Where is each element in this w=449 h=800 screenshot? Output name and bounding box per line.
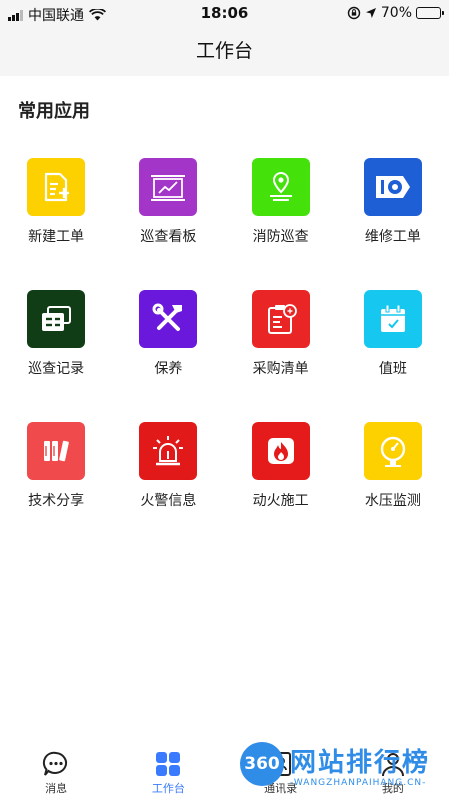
app-row-1: 新建工单 巡查看板 消防巡查 维修工单 [0,158,449,290]
app-duty[interactable]: 值班 [337,290,449,422]
app-patrol-record[interactable]: 巡查记录 [0,290,112,422]
app-repair-work-order[interactable]: 维修工单 [337,158,449,290]
patrol-record-icon [27,290,86,348]
tech-share-books-icon [27,422,86,480]
app-tech-share[interactable]: 技术分享 [0,422,112,554]
app-row-2: 巡查记录 保养 采购清单 值班 [0,290,449,422]
app-grid: 新建工单 巡查看板 消防巡查 维修工单 巡查记录 保养 采购清单 值班 技术分享… [0,158,449,554]
contacts-icon [267,750,295,778]
tab-label: 我的 [381,782,404,795]
app-label: 巡查看板 [140,229,197,245]
app-label: 技术分享 [28,493,85,509]
user-icon [379,750,407,778]
app-row-3: 技术分享 火警信息 动火施工 水压监测 [0,422,449,554]
status-right: 70% [347,5,444,21]
battery-icon [416,7,444,19]
app-fire-alarm-info[interactable]: 火警信息 [112,422,224,554]
app-label: 水压监测 [364,493,421,509]
app-label: 新建工单 [28,229,85,245]
app-label: 保养 [154,361,183,377]
status-bar: 中国联通 18:06 70% [0,0,449,26]
new-work-order-icon [27,158,86,216]
tab-label: 工作台 [151,782,185,795]
patrol-board-icon [139,158,198,216]
app-label: 巡查记录 [28,361,85,377]
rotation-lock-icon [347,6,361,20]
app-new-work-order[interactable]: 新建工单 [0,158,112,290]
app-label: 消防巡查 [252,229,309,245]
bottom-tab-bar: 消息 工作台 通讯录 我的 [0,742,449,800]
purchase-list-icon [251,290,310,348]
water-pressure-gauge-icon [363,422,422,480]
workbench-grid-icon [154,750,182,778]
app-label: 采购清单 [252,361,309,377]
app-patrol-board[interactable]: 巡查看板 [112,158,224,290]
app-hot-work[interactable]: 动火施工 [225,422,337,554]
tab-messages[interactable]: 消息 [0,742,112,800]
app-fire-patrol[interactable]: 消防巡查 [225,158,337,290]
app-label: 动火施工 [252,493,309,509]
fire-patrol-location-icon [251,158,310,216]
duty-calendar-icon [363,290,422,348]
tab-label: 消息 [45,782,68,795]
fire-alarm-siren-icon [139,422,198,480]
maintenance-tools-icon [139,290,198,348]
repair-tag-icon [363,158,422,216]
app-maintenance[interactable]: 保养 [112,290,224,422]
battery-percent: 70% [380,5,412,21]
app-purchase-list[interactable]: 采购清单 [225,290,337,422]
tab-mine[interactable]: 我的 [337,742,449,800]
tab-workbench[interactable]: 工作台 [112,742,224,800]
page-title: 工作台 [0,26,449,76]
app-water-pressure[interactable]: 水压监测 [337,422,449,554]
app-label: 火警信息 [140,493,197,509]
hot-work-flame-icon [251,422,310,480]
section-title: 常用应用 [18,101,90,122]
app-label: 值班 [378,361,407,377]
location-arrow-icon [365,8,376,18]
tab-label: 通讯录 [264,782,298,795]
app-label: 维修工单 [364,229,421,245]
tab-contacts[interactable]: 通讯录 [225,742,337,800]
message-bubble-icon [42,750,70,778]
